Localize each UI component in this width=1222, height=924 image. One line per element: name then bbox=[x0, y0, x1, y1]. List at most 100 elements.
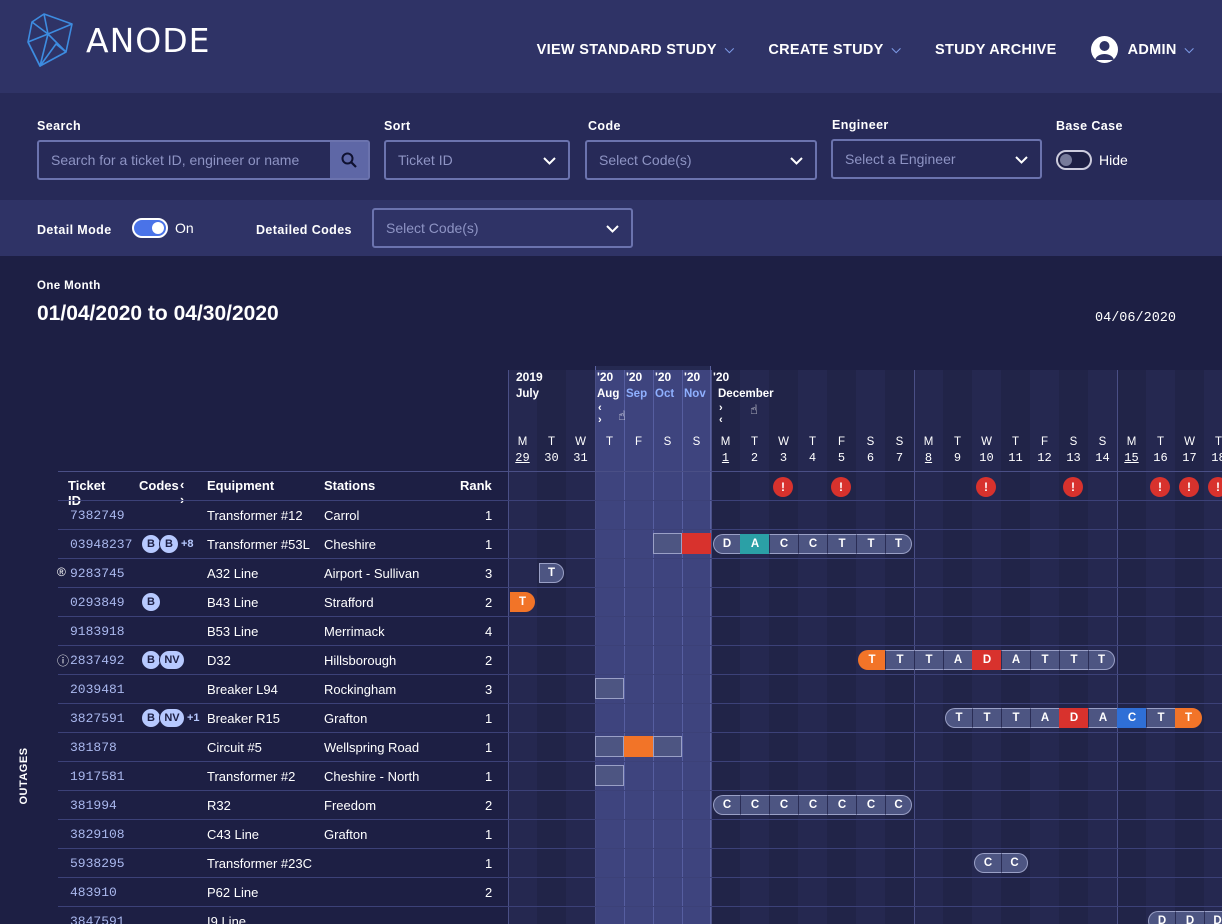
detailed-codes-select[interactable]: Select Code(s) bbox=[372, 208, 633, 248]
outage-bar-segment[interactable]: C bbox=[713, 795, 740, 815]
base-case-toggle[interactable] bbox=[1056, 150, 1092, 170]
alert-icon[interactable]: ! bbox=[1179, 477, 1199, 497]
alert-icon[interactable]: ! bbox=[1063, 477, 1083, 497]
ticket-id-link[interactable]: 381878 bbox=[70, 740, 117, 755]
nav-study-archive[interactable]: STUDY ARCHIVE bbox=[935, 42, 1057, 58]
outage-bar-segment[interactable]: C bbox=[769, 534, 798, 554]
outage-bar-segment[interactable]: T bbox=[914, 650, 943, 670]
alert-icon[interactable]: ! bbox=[976, 477, 996, 497]
table-row[interactable] bbox=[58, 645, 508, 674]
ticket-id-link[interactable]: 483910 bbox=[70, 885, 117, 900]
ticket-id-link[interactable]: 2039481 bbox=[70, 682, 125, 697]
outage-bar-segment[interactable]: C bbox=[885, 795, 912, 815]
code-badge[interactable]: B bbox=[141, 650, 161, 670]
alert-icon[interactable]: ! bbox=[831, 477, 851, 497]
detail-mode-toggle[interactable] bbox=[132, 218, 168, 238]
outage-bar-segment[interactable]: T bbox=[827, 534, 856, 554]
code-badge[interactable]: NV bbox=[159, 650, 185, 670]
outage-bar-segment[interactable]: C bbox=[974, 853, 1001, 873]
outage-bar-segment[interactable]: T bbox=[885, 650, 914, 670]
nav-view-standard-study[interactable]: VIEW STANDARD STUDY ⌵ bbox=[537, 42, 735, 58]
code-select[interactable]: Select Code(s) bbox=[585, 140, 817, 180]
nav-create-study[interactable]: CREATE STUDY ⌵ bbox=[768, 42, 901, 58]
ticket-id-link[interactable]: 2837492 bbox=[70, 653, 125, 668]
table-row[interactable] bbox=[58, 587, 508, 616]
ticket-id-link[interactable]: 1917581 bbox=[70, 769, 125, 784]
outage-bar-segment[interactable]: T bbox=[1175, 708, 1202, 728]
outage-bar-segment[interactable]: C bbox=[769, 795, 798, 815]
table-row[interactable] bbox=[58, 819, 508, 848]
more-codes-count[interactable]: +1 bbox=[187, 712, 200, 724]
ticket-id-link[interactable]: 9283745 bbox=[70, 566, 125, 581]
month-name-label[interactable]: Oct bbox=[655, 388, 674, 400]
ticket-id-link[interactable]: 3827591 bbox=[70, 711, 125, 726]
outage-bar-segment[interactable]: C bbox=[740, 795, 769, 815]
outage-bar-segment[interactable]: C bbox=[1117, 708, 1146, 728]
code-badge[interactable]: NV bbox=[159, 708, 185, 728]
engineer-select[interactable]: Select a Engineer bbox=[831, 139, 1042, 179]
outage-bar-segment[interactable]: C bbox=[798, 534, 827, 554]
alert-icon[interactable]: ! bbox=[1150, 477, 1170, 497]
table-row[interactable] bbox=[58, 877, 508, 906]
month-name-label[interactable]: Aug bbox=[597, 388, 619, 400]
code-badge[interactable]: B bbox=[159, 534, 179, 554]
outage-block[interactable] bbox=[595, 678, 624, 699]
column-header-rank[interactable]: Rank bbox=[460, 478, 492, 493]
table-row[interactable] bbox=[58, 703, 508, 732]
ticket-id-link[interactable]: 3847591 bbox=[70, 914, 125, 924]
ticket-id-link[interactable]: 03948237 bbox=[70, 537, 132, 552]
code-badge[interactable]: B bbox=[141, 592, 161, 612]
outage-bar-segment[interactable]: A bbox=[1088, 708, 1117, 728]
outage-bar-segment[interactable]: T bbox=[510, 592, 535, 612]
outage-bar-segment[interactable]: T bbox=[972, 708, 1001, 728]
table-row[interactable] bbox=[58, 906, 508, 924]
outage-bar-segment[interactable]: C bbox=[856, 795, 885, 815]
month-name-label[interactable]: Nov bbox=[684, 388, 706, 400]
outage-bar-segment[interactable]: T bbox=[945, 708, 972, 728]
outage-bar-segment[interactable]: T bbox=[1001, 708, 1030, 728]
logo[interactable]: ANODE bbox=[26, 12, 211, 68]
alert-icon[interactable]: ! bbox=[773, 477, 793, 497]
outage-bar-segment[interactable]: D bbox=[1204, 911, 1222, 924]
nav-user-menu[interactable]: ADMIN ⌵ bbox=[1090, 36, 1194, 63]
outage-bar-segment[interactable]: D bbox=[1148, 911, 1175, 924]
outage-bar-segment[interactable]: T bbox=[1030, 650, 1059, 670]
ticket-id-link[interactable]: 381994 bbox=[70, 798, 117, 813]
ticket-id-link[interactable]: 0293849 bbox=[70, 595, 125, 610]
outage-bar-segment[interactable]: T bbox=[1146, 708, 1175, 728]
outage-bar-segment[interactable]: A bbox=[943, 650, 972, 670]
month-name-label[interactable]: July bbox=[516, 388, 539, 400]
code-badge[interactable]: B bbox=[141, 534, 161, 554]
table-row[interactable] bbox=[58, 674, 508, 703]
table-row[interactable] bbox=[58, 558, 508, 587]
sort-select[interactable]: Ticket ID bbox=[384, 140, 570, 180]
outage-bar-segment[interactable]: A bbox=[1030, 708, 1059, 728]
month-name-label[interactable]: December bbox=[718, 388, 774, 400]
table-row[interactable] bbox=[58, 616, 508, 645]
more-codes-count[interactable]: +8 bbox=[181, 538, 194, 550]
expand-months-icon[interactable]: ‹ › bbox=[598, 402, 602, 426]
table-row[interactable] bbox=[58, 732, 508, 761]
month-name-label[interactable]: Sep bbox=[626, 388, 647, 400]
outage-bar-segment[interactable]: D bbox=[713, 534, 740, 554]
outage-bar-segment[interactable]: T bbox=[885, 534, 912, 554]
table-row[interactable] bbox=[58, 790, 508, 819]
column-header-stations[interactable]: Stations bbox=[324, 478, 375, 493]
outage-bar-segment[interactable]: T bbox=[1059, 650, 1088, 670]
ticket-id-link[interactable]: 5938295 bbox=[70, 856, 125, 871]
outage-bar-segment[interactable]: A bbox=[1001, 650, 1030, 670]
collapse-months-icon[interactable]: › ‹ bbox=[719, 402, 723, 426]
ticket-id-link[interactable]: 7382749 bbox=[70, 508, 125, 523]
outage-block[interactable] bbox=[653, 736, 682, 757]
column-header-equipment[interactable]: Equipment bbox=[207, 478, 274, 493]
outage-block[interactable] bbox=[595, 736, 624, 757]
outage-bar-segment[interactable]: D bbox=[1059, 708, 1088, 728]
outage-bar-segment[interactable]: D bbox=[1175, 911, 1204, 924]
outage-bar-segment[interactable]: C bbox=[1001, 853, 1028, 873]
code-badge[interactable]: B bbox=[141, 708, 161, 728]
outage-bar-segment[interactable]: T bbox=[539, 563, 564, 583]
outage-block[interactable] bbox=[682, 533, 711, 554]
outage-bar-segment[interactable]: D bbox=[972, 650, 1001, 670]
column-header-codes[interactable]: Codes bbox=[139, 478, 179, 493]
search-button[interactable] bbox=[330, 142, 368, 178]
